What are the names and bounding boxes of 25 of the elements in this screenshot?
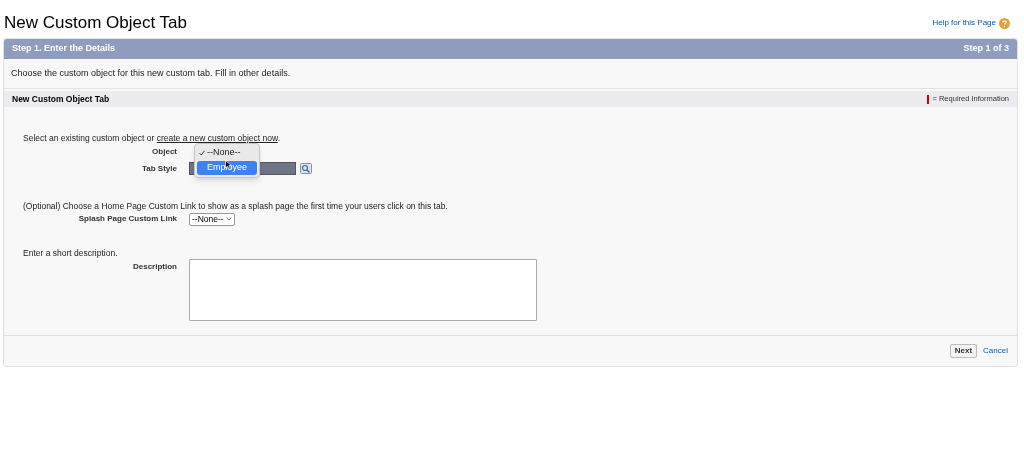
lookup-icon[interactable] (300, 163, 312, 174)
check-icon (199, 150, 205, 156)
step-counter: Step 1 of 3 (963, 42, 1009, 56)
description-field[interactable] (189, 259, 537, 321)
splash-link-label: Splash Page Custom Link (77, 213, 178, 225)
object-prompt: Select an existing custom object or create a new custom object now. (23, 132, 282, 144)
object-label: Object (151, 146, 178, 158)
help-link[interactable]: Help for this Page (932, 17, 996, 29)
description-label: Description (132, 261, 178, 273)
dropdown-option[interactable]: --None-- (197, 146, 257, 160)
splash-link-select[interactable]: --None-- (189, 212, 235, 226)
create-object-link[interactable]: create a new custom object now (156, 133, 278, 143)
step-title: Step 1. Enter the Details (12, 42, 116, 56)
section-title: New Custom Object Tab (12, 92, 110, 106)
chevron-down-icon (225, 217, 232, 221)
dropdown-option[interactable]: Employee (197, 161, 257, 175)
page-title: New Custom Object Tab (4, 12, 187, 35)
help-icon[interactable] (999, 17, 1010, 29)
description-prompt: Enter a short description. (23, 247, 119, 259)
intro-text: Choose the custom object for this new custom tab. Fill in other details. (11, 66, 291, 80)
tab-style-label: Tab Style (141, 162, 178, 175)
required-marker-icon (927, 94, 930, 104)
next-button[interactable]: Next (949, 344, 978, 358)
splash-prompt: (Optional) Choose a Home Page Custom Link to show as a splash page the first time your users click on this tab. (23, 200, 449, 212)
cancel-link[interactable]: Cancel (983, 345, 1008, 357)
